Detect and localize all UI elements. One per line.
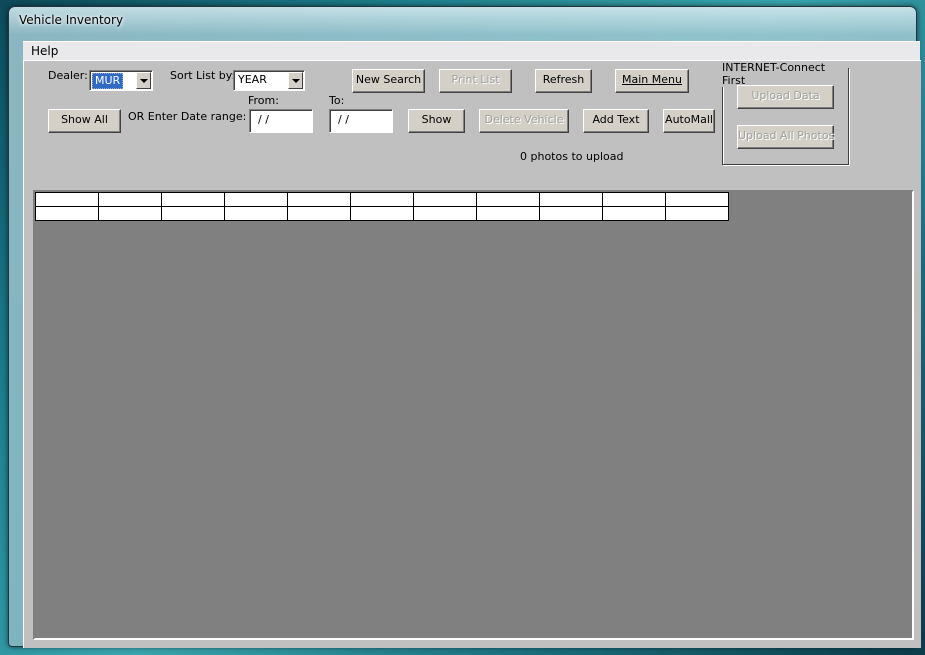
show-button[interactable]: Show	[408, 109, 465, 133]
to-date-field[interactable]: / /	[329, 109, 393, 133]
menu-help[interactable]: Help	[31, 44, 58, 58]
grid-header-cell[interactable]	[161, 192, 225, 207]
automall-button[interactable]: AutoMall	[663, 109, 715, 133]
add-text-button[interactable]: Add Text	[583, 109, 649, 133]
vehicle-grid[interactable]	[33, 190, 914, 640]
delete-vehicle-button[interactable]: Delete Vehicle	[479, 109, 569, 133]
grid-cell[interactable]	[98, 206, 162, 221]
date-range-label: OR Enter Date range:	[128, 110, 247, 123]
grid-header-cell[interactable]	[350, 192, 414, 207]
show-all-button[interactable]: Show All	[48, 109, 121, 133]
grid-cell[interactable]	[476, 206, 540, 221]
grid-header-cell[interactable]	[539, 192, 603, 207]
grid-header-cell[interactable]	[665, 192, 729, 207]
sort-label: Sort List by:	[170, 69, 236, 82]
grid-cell[interactable]	[665, 206, 729, 221]
menu-bar: Help	[23, 41, 920, 61]
window-title: Vehicle Inventory	[19, 13, 124, 27]
grid-cell[interactable]	[287, 206, 351, 221]
grid-header-cell[interactable]	[476, 192, 540, 207]
grid-cell[interactable]	[35, 206, 99, 221]
chevron-down-icon[interactable]	[136, 72, 151, 89]
table-row[interactable]	[35, 206, 729, 221]
from-date-field[interactable]: / /	[249, 109, 313, 133]
grid-cell[interactable]	[602, 206, 666, 221]
grid-header-cell[interactable]	[224, 192, 288, 207]
from-label: From:	[248, 94, 279, 107]
sort-combo-value: YEAR	[238, 73, 267, 86]
internet-group-box: INTERNET-Connect First Upload Data Uploa…	[721, 61, 849, 165]
internet-group-title: INTERNET-Connect First	[721, 61, 848, 87]
main-menu-button[interactable]: Main Menu	[615, 69, 689, 93]
dealer-label: Dealer:	[48, 69, 88, 82]
to-label: To:	[329, 94, 345, 107]
upload-all-photos-button[interactable]: Upload All Photos	[737, 125, 834, 149]
grid-cell[interactable]	[413, 206, 477, 221]
main-menu-label: Main Menu	[622, 73, 682, 86]
grid-header-cell[interactable]	[602, 192, 666, 207]
refresh-button[interactable]: Refresh	[535, 69, 592, 93]
form-client-area: Dealer: MUR Sort List by: YEAR New Searc…	[23, 60, 921, 648]
sort-combo[interactable]: YEAR	[233, 70, 305, 91]
grid-cell[interactable]	[350, 206, 414, 221]
grid-cell[interactable]	[224, 206, 288, 221]
grid-cell[interactable]	[539, 206, 603, 221]
grid-header-cell[interactable]	[98, 192, 162, 207]
grid-header-cell[interactable]	[413, 192, 477, 207]
chevron-down-icon[interactable]	[288, 72, 303, 89]
grid-cell[interactable]	[161, 206, 225, 221]
new-search-button[interactable]: New Search	[352, 69, 425, 93]
print-list-button[interactable]: Print List	[439, 69, 512, 93]
dealer-combo[interactable]: MUR	[89, 70, 153, 91]
vehicle-inventory-window: Vehicle Inventory Help Dealer: MUR Sort …	[8, 6, 921, 648]
grid-header-cell[interactable]	[287, 192, 351, 207]
dealer-combo-value: MUR	[92, 73, 124, 89]
photos-upload-status: 0 photos to upload	[520, 150, 624, 163]
upload-data-button[interactable]: Upload Data	[737, 85, 834, 109]
grid-header-row	[35, 192, 729, 207]
vehicle-grid-table	[35, 192, 729, 221]
grid-header-cell[interactable]	[35, 192, 99, 207]
